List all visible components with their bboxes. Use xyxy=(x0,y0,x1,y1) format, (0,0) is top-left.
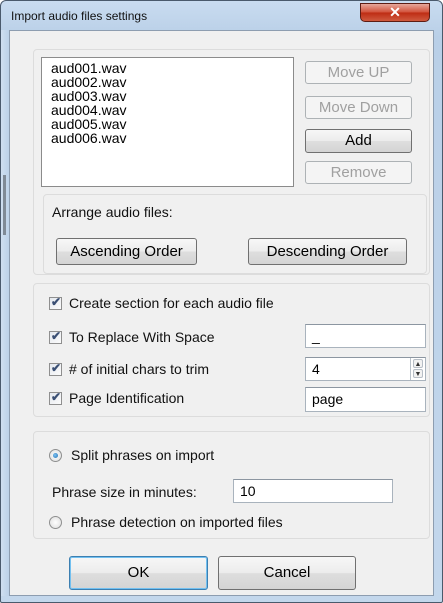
phrase-detection-radio[interactable] xyxy=(49,516,62,529)
create-section-label: Create section for each audio file xyxy=(69,295,274,311)
page-id-label: Page Identification xyxy=(69,390,185,406)
page-id-checkbox[interactable]: ✔ xyxy=(49,390,62,405)
spin-up-icon[interactable]: ▲ xyxy=(413,359,423,368)
list-item[interactable]: aud006.wav xyxy=(51,131,127,145)
cancel-button[interactable]: Cancel xyxy=(218,556,356,590)
add-button[interactable]: Add xyxy=(305,129,412,153)
close-button[interactable]: ✕ xyxy=(360,3,430,22)
trim-chars-checkbox[interactable]: ✔ xyxy=(49,361,62,376)
phrase-size-field[interactable]: 10 xyxy=(233,479,393,503)
left-frame-edge xyxy=(1,30,9,596)
spin-down-icon[interactable]: ▼ xyxy=(413,369,423,378)
create-section-checkbox[interactable]: ✔ xyxy=(49,295,62,310)
replace-space-checkbox[interactable]: ✔ xyxy=(49,329,62,344)
split-phrases-radio[interactable] xyxy=(49,449,62,462)
trim-chars-label: # of initial chars to trim xyxy=(69,361,210,377)
check-icon: ✔ xyxy=(51,295,62,309)
check-icon: ✔ xyxy=(51,390,62,404)
trim-chars-spinner[interactable]: ▲ ▼ xyxy=(410,358,425,380)
split-phrases-label: Split phrases on import xyxy=(71,447,215,463)
move-down-button[interactable]: Move Down xyxy=(305,96,412,119)
import-audio-dialog: Import audio files settings ✕ aud001.wav… xyxy=(0,0,443,603)
remove-button[interactable]: Remove xyxy=(305,161,412,184)
frame-resize-handle xyxy=(3,175,6,235)
arrange-label: Arrange audio files: xyxy=(52,204,173,220)
phrase-size-label: Phrase size in minutes: xyxy=(52,484,197,500)
list-item[interactable]: aud003.wav xyxy=(51,89,127,103)
audio-file-list[interactable]: aud001.wav aud002.wav aud003.wav aud004.… xyxy=(41,57,294,187)
trim-chars-value: 4 xyxy=(312,361,320,377)
close-icon: ✕ xyxy=(389,4,401,20)
list-item[interactable]: aud004.wav xyxy=(51,103,127,117)
page-id-field[interactable]: page xyxy=(305,387,426,412)
check-icon: ✔ xyxy=(51,329,62,343)
descending-order-button[interactable]: Descending Order xyxy=(248,238,407,265)
phrase-detection-label: Phrase detection on imported files xyxy=(71,514,283,530)
radio-selected-dot xyxy=(53,453,58,458)
list-item[interactable]: aud001.wav xyxy=(51,61,127,75)
ascending-order-button[interactable]: Ascending Order xyxy=(56,238,197,265)
list-item[interactable]: aud002.wav xyxy=(51,75,127,89)
replace-space-field[interactable]: _ xyxy=(305,324,426,348)
move-up-button[interactable]: Move UP xyxy=(305,61,412,84)
trim-chars-stepper[interactable]: 4 ▲ ▼ xyxy=(305,357,426,381)
ok-button[interactable]: OK xyxy=(69,556,208,590)
check-icon: ✔ xyxy=(51,361,62,375)
list-item[interactable]: aud005.wav xyxy=(51,117,127,131)
title-bar[interactable]: Import audio files settings ✕ xyxy=(1,1,442,30)
dialog-title: Import audio files settings xyxy=(11,9,148,23)
replace-space-label: To Replace With Space xyxy=(69,329,215,345)
